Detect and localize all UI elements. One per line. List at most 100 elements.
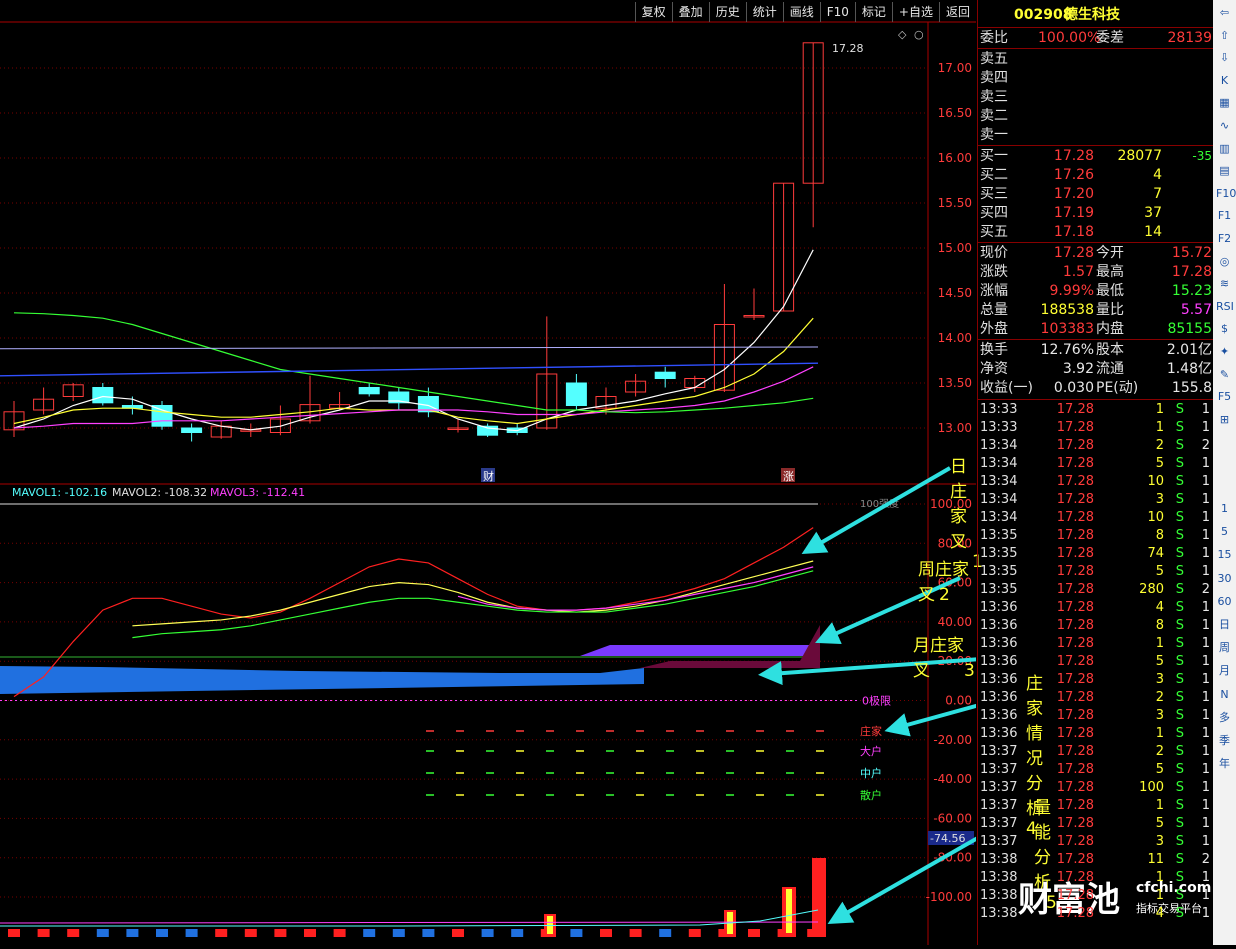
stat-row: 现价 17.28 今开 15.72 bbox=[980, 245, 1212, 261]
side-tool-28-icon[interactable]: 多 bbox=[1216, 709, 1233, 726]
zhonghu-legend: 中户 bbox=[860, 766, 882, 780]
price-tick-label: 13.00 bbox=[938, 421, 972, 435]
stock-title: 002908 德生科技 bbox=[1014, 7, 1120, 23]
side-tool-2-icon[interactable]: ⇩ bbox=[1216, 49, 1233, 66]
side-tool-18-icon[interactable]: ⊞ bbox=[1216, 411, 1233, 428]
side-tool-26-icon[interactable]: 月 bbox=[1216, 662, 1233, 679]
side-tool-24-icon[interactable]: 日 bbox=[1216, 616, 1233, 633]
weibi-row: 委比 100.00% 委差 28139 bbox=[980, 30, 1212, 46]
tick-row: 13:38 17.28 4 S 1 bbox=[980, 906, 1210, 921]
buy-row: 买三 17.20 7 bbox=[980, 186, 1162, 202]
side-tool-19-icon[interactable]: 1 bbox=[1216, 500, 1233, 517]
toolbar-btn-6[interactable]: 标记 bbox=[854, 2, 892, 22]
side-tool-27-icon[interactable]: N bbox=[1216, 686, 1233, 703]
volume-bar bbox=[688, 929, 701, 937]
circle-icon[interactable]: ○ bbox=[914, 28, 924, 41]
side-tool-29-icon[interactable]: 季 bbox=[1216, 732, 1233, 749]
tick-row: 13:36 17.28 1 S 1 bbox=[980, 726, 1210, 741]
zero-label: 0极限 bbox=[862, 694, 891, 708]
tick-row: 13:36 17.28 3 S 1 bbox=[980, 672, 1210, 687]
side-tool-3-icon[interactable]: K bbox=[1216, 72, 1233, 89]
buy-row: 买二 17.26 4 bbox=[980, 167, 1162, 183]
stat2-row: 收益(一) 0.030 PE(动) 155.8 bbox=[980, 380, 1212, 396]
side-tool-0-icon[interactable]: ⇦ bbox=[1216, 4, 1233, 21]
toolbar-btn-4[interactable]: 画线 bbox=[782, 2, 820, 22]
tick-row: 13:36 17.28 5 S 1 bbox=[980, 654, 1210, 669]
side-tool-17-icon[interactable]: F5 bbox=[1216, 388, 1233, 405]
zhuangjia-legend: 庄家 bbox=[860, 724, 882, 738]
side-tool-14-icon[interactable]: $ bbox=[1216, 320, 1233, 337]
volume-bar bbox=[37, 929, 50, 937]
side-tool-16-icon[interactable]: ✎ bbox=[1216, 366, 1233, 383]
toolbar-btn-7[interactable]: +自选 bbox=[891, 2, 939, 22]
ind-tick-label: -20.00 bbox=[933, 733, 972, 747]
side-tool-12-icon[interactable]: ≋ bbox=[1216, 275, 1233, 292]
side-tool-4-icon[interactable]: ▦ bbox=[1216, 94, 1233, 111]
mavol2-label: MAVOL2: -108.32 bbox=[112, 486, 207, 499]
stat-row: 涨幅 9.99% 最低 15.23 bbox=[980, 283, 1212, 299]
chart-toolbar: 复权 叠加 历史 统计 画线 F10 标记 +自选 返回 bbox=[634, 2, 976, 22]
side-tool-23-icon[interactable]: 60 bbox=[1216, 593, 1233, 610]
tick-row: 13:35 17.28 5 S 1 bbox=[980, 564, 1210, 579]
side-tool-6-icon[interactable]: ▥ bbox=[1216, 140, 1233, 157]
side-tool-8-icon[interactable]: F10 bbox=[1216, 185, 1236, 202]
side-tool-30-icon[interactable]: 年 bbox=[1216, 755, 1233, 772]
ma250-line bbox=[0, 362, 819, 377]
volume-bar bbox=[570, 929, 583, 937]
volume-bar bbox=[600, 929, 612, 937]
tick-row: 13:36 17.28 3 S 1 bbox=[980, 708, 1210, 723]
sanhu-legend: 散户 bbox=[860, 788, 882, 802]
toolbar-btn-8[interactable]: 返回 bbox=[938, 2, 976, 22]
side-tool-5-icon[interactable]: ∿ bbox=[1216, 117, 1233, 134]
volume-bar bbox=[659, 929, 672, 937]
toolbar-btn-1[interactable]: 叠加 bbox=[671, 2, 709, 22]
dahu-legend: 大户 bbox=[860, 744, 882, 758]
tick-row: 13:38 17.28 1 S 1 bbox=[980, 870, 1210, 885]
toolbar-btn-0[interactable]: 复权 bbox=[634, 2, 672, 22]
toolbar-btn-2[interactable]: 历史 bbox=[708, 2, 746, 22]
volume-bar bbox=[215, 929, 228, 937]
buy-row: 买四 17.19 37 bbox=[980, 205, 1162, 221]
price-tick-label: 14.00 bbox=[938, 331, 972, 345]
chart-area[interactable]: 17.00 16.50 16.00 15.50 15.00 14.50 14.00 13.50… bbox=[0, 0, 1211, 945]
volume-bar bbox=[274, 929, 287, 937]
tick-row: 13:37 17.28 1 S 1 bbox=[980, 798, 1210, 813]
side-tool-20-icon[interactable]: 5 bbox=[1216, 523, 1233, 540]
toolbar-btn-5[interactable]: F10 bbox=[819, 2, 855, 22]
month-banker-band bbox=[0, 666, 644, 694]
side-tool-21-icon[interactable]: 15 bbox=[1216, 546, 1233, 563]
ma5-line bbox=[13, 249, 814, 432]
side-toolbar: ⇦ ⇧ ⇩ K ▦ ∿ ▥ ▤ F10 F1 F2 ◎ ≋ RSI $ ✦ ✎ F5 ⊞ 1 5 15 30 60 日周月 N 多季… bbox=[1213, 0, 1236, 945]
volume-bar bbox=[67, 929, 80, 937]
sell-row: 卖二 bbox=[980, 108, 1008, 124]
price-tick-label: 14.50 bbox=[938, 286, 972, 300]
cai-marker[interactable]: 财 bbox=[483, 469, 494, 483]
diamond-icon[interactable]: ◇ bbox=[898, 28, 907, 41]
volume-bar bbox=[392, 929, 405, 937]
tick-row: 13:36 17.28 1 S 1 bbox=[980, 636, 1210, 651]
toolbar-btn-3[interactable]: 统计 bbox=[745, 2, 783, 22]
side-tool-7-icon[interactable]: ▤ bbox=[1216, 162, 1233, 179]
volume-bar bbox=[629, 929, 642, 937]
annotation-3: 月庄家叉 3 bbox=[913, 636, 975, 681]
side-tool-15-icon[interactable]: ✦ bbox=[1216, 343, 1233, 360]
side-tool-9-icon[interactable]: F1 bbox=[1216, 207, 1233, 224]
side-tool-10-icon[interactable]: F2 bbox=[1216, 230, 1233, 247]
side-tool-11-icon[interactable]: ◎ bbox=[1216, 253, 1233, 270]
candle-body bbox=[92, 387, 114, 404]
price-tick-label: 17.00 bbox=[938, 61, 972, 75]
side-tool-13-icon[interactable]: RSI bbox=[1216, 298, 1234, 315]
side-tool-22-icon[interactable]: 30 bbox=[1216, 570, 1233, 587]
tick-row: 13:33 17.28 1 S 1 bbox=[980, 402, 1210, 417]
ma60-line bbox=[13, 312, 814, 414]
kline-chart[interactable]: 17.00 16.50 16.00 15.50 15.00 14.50 14.00 13.50… bbox=[0, 0, 1035, 945]
volume-bar bbox=[748, 929, 760, 937]
price-tick-label: 15.50 bbox=[938, 196, 972, 210]
side-tool-1-icon[interactable]: ⇧ bbox=[1216, 27, 1233, 44]
zhang-marker[interactable]: 涨 bbox=[783, 470, 794, 483]
stat2-row: 净资 3.92 流通 1.48亿 bbox=[980, 361, 1212, 377]
stat-row: 涨跌 1.57 最高 17.28 bbox=[980, 264, 1212, 280]
price-tick-label: 16.50 bbox=[938, 106, 972, 120]
volume-bar bbox=[96, 929, 109, 937]
side-tool-25-icon[interactable]: 周 bbox=[1216, 639, 1233, 656]
